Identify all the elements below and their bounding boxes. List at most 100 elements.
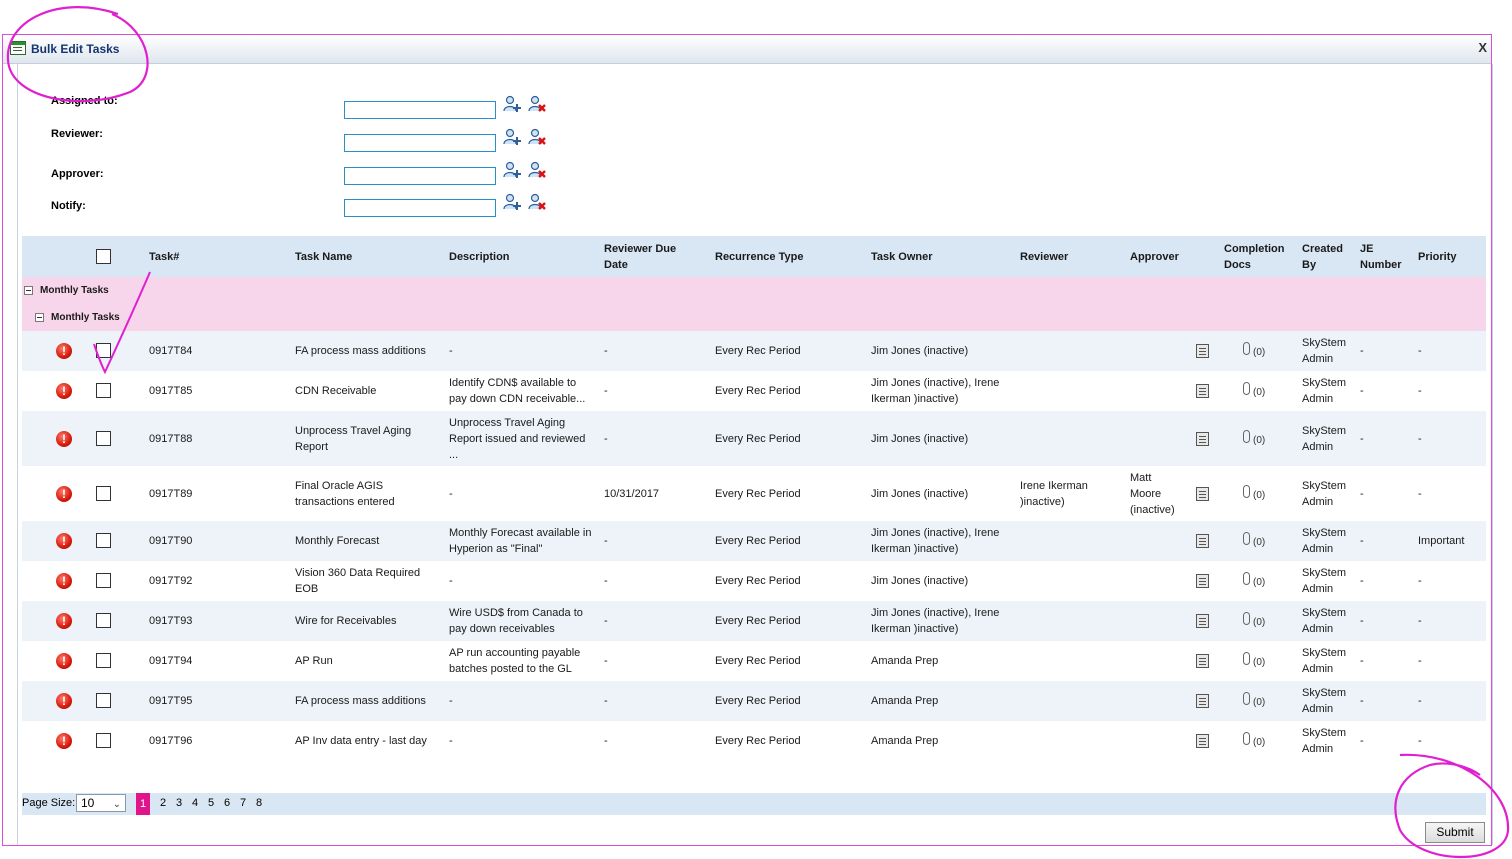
task-name: Vision 360 Data Required — [295, 567, 421, 579]
alert-icon: ! — [56, 733, 72, 749]
paperclip-icon[interactable] — [1243, 692, 1250, 705]
paperclip-icon[interactable] — [1243, 612, 1250, 625]
alert-icon: ! — [56, 693, 72, 709]
collapse-group-icon[interactable] — [35, 313, 44, 322]
attachment-count: (0) — [1253, 387, 1266, 398]
je-number: - — [1360, 575, 1364, 587]
task-number: 0917T84 — [149, 345, 193, 357]
created-by: SkyStem — [1302, 607, 1347, 619]
document-icon[interactable] — [1196, 614, 1209, 628]
created-by: Admin — [1302, 543, 1334, 555]
page-link[interactable]: 7 — [240, 797, 246, 809]
page-link[interactable]: 6 — [224, 797, 230, 809]
paperclip-icon[interactable] — [1243, 652, 1250, 665]
attachment-count: (0) — [1253, 577, 1266, 588]
priority: - — [1418, 432, 1422, 445]
field-label: Notify: — [51, 200, 86, 212]
row-checkbox[interactable] — [96, 573, 111, 588]
paperclip-icon[interactable] — [1243, 484, 1250, 498]
document-icon[interactable] — [1196, 654, 1209, 668]
select-all-checkbox[interactable] — [96, 249, 111, 264]
remove-user-icon[interactable] — [527, 94, 547, 114]
user-field-input[interactable] — [344, 199, 496, 217]
reviewer-due-date: - — [604, 345, 608, 357]
task-name: AP Run — [295, 655, 333, 667]
recurrence-type: Every Rec Period — [715, 385, 801, 397]
je-number: - — [1360, 735, 1364, 747]
je-number: - — [1360, 535, 1364, 547]
task-name: CDN Receivable — [295, 385, 377, 397]
task-description: Identify CDN$ available to — [449, 377, 577, 389]
close-icon[interactable]: X — [1478, 40, 1487, 55]
add-user-icon[interactable] — [502, 127, 522, 147]
task-name: Monthly Forecast — [295, 535, 380, 547]
row-checkbox[interactable] — [96, 613, 111, 628]
alert-icon: ! — [56, 343, 72, 359]
document-icon[interactable] — [1196, 734, 1209, 748]
paperclip-icon[interactable] — [1243, 382, 1250, 395]
reviewer-due-date: - — [604, 432, 608, 445]
task-description: Report issued and reviewed — [449, 432, 586, 445]
table-row: ! 0917T96 AP Inv data entry - last day - - Ev… — [22, 721, 1486, 761]
row-checkbox[interactable] — [96, 693, 111, 708]
row-checkbox[interactable] — [96, 383, 111, 398]
remove-user-icon[interactable] — [527, 160, 547, 180]
row-checkbox[interactable] — [96, 485, 111, 501]
submit-button[interactable]: Submit — [1425, 822, 1485, 843]
recurrence-type: Every Rec Period — [715, 535, 801, 547]
je-number: - — [1360, 655, 1364, 667]
row-checkbox[interactable] — [96, 533, 111, 548]
created-by: Admin — [1302, 623, 1334, 635]
reviewer-due-date: - — [604, 385, 608, 397]
document-icon[interactable] — [1196, 384, 1209, 398]
remove-user-icon[interactable] — [527, 192, 547, 212]
user-field-input[interactable] — [344, 101, 496, 119]
page-size-select[interactable]: 10 ⌄ — [76, 794, 126, 812]
row-checkbox[interactable] — [96, 343, 111, 358]
paperclip-icon[interactable] — [1243, 532, 1250, 545]
recurrence-type: Every Rec Period — [715, 575, 801, 587]
document-icon[interactable] — [1196, 486, 1209, 501]
collapse-group-icon[interactable] — [24, 286, 33, 295]
task-name: FA process mass additions — [295, 695, 426, 707]
document-icon[interactable] — [1196, 694, 1209, 708]
task-number: 0917T93 — [149, 615, 193, 627]
document-icon[interactable] — [1196, 574, 1209, 588]
paperclip-icon[interactable] — [1243, 732, 1250, 745]
task-description: AP run accounting payable — [449, 647, 581, 659]
header-completion-docs: Docs — [1224, 259, 1251, 271]
je-number: - — [1360, 345, 1364, 357]
paperclip-icon[interactable] — [1243, 342, 1250, 355]
page-link[interactable]: 3 — [176, 797, 182, 809]
add-user-icon[interactable] — [502, 94, 522, 114]
user-field-input[interactable] — [344, 167, 496, 185]
task-name: transactions entered — [295, 495, 395, 508]
page-link[interactable]: 2 — [160, 797, 166, 809]
user-field-input[interactable] — [344, 134, 496, 152]
task-number: 0917T89 — [149, 487, 193, 500]
priority: - — [1418, 695, 1422, 707]
row-checkbox[interactable] — [96, 653, 111, 668]
row-checkbox[interactable] — [96, 430, 111, 446]
document-icon[interactable] — [1196, 431, 1209, 446]
add-user-icon[interactable] — [502, 192, 522, 212]
task-number: 0917T92 — [149, 575, 193, 587]
page-link-current[interactable]: 1 — [136, 793, 150, 815]
document-icon[interactable] — [1196, 534, 1209, 548]
paperclip-icon[interactable] — [1243, 572, 1250, 585]
paperclip-icon[interactable] — [1243, 429, 1250, 443]
document-icon[interactable] — [1196, 344, 1209, 358]
table-row: ! 0917T92 Vision 360 Data Required EOB - - Eve… — [22, 561, 1486, 601]
add-user-icon[interactable] — [502, 160, 522, 180]
page-link[interactable]: 8 — [256, 797, 262, 809]
task-description: pay down CDN receivable... — [449, 393, 586, 405]
row-checkbox[interactable] — [96, 733, 111, 748]
recurrence-type: Every Rec Period — [715, 487, 801, 500]
recurrence-type: Every Rec Period — [715, 655, 801, 667]
recurrence-type: Every Rec Period — [715, 615, 801, 627]
remove-user-icon[interactable] — [527, 127, 547, 147]
page-link[interactable]: 5 — [208, 797, 214, 809]
page-link[interactable]: 4 — [192, 797, 198, 809]
header-task-name: Task Name — [295, 251, 353, 263]
header-reviewer: Reviewer — [1020, 251, 1069, 263]
